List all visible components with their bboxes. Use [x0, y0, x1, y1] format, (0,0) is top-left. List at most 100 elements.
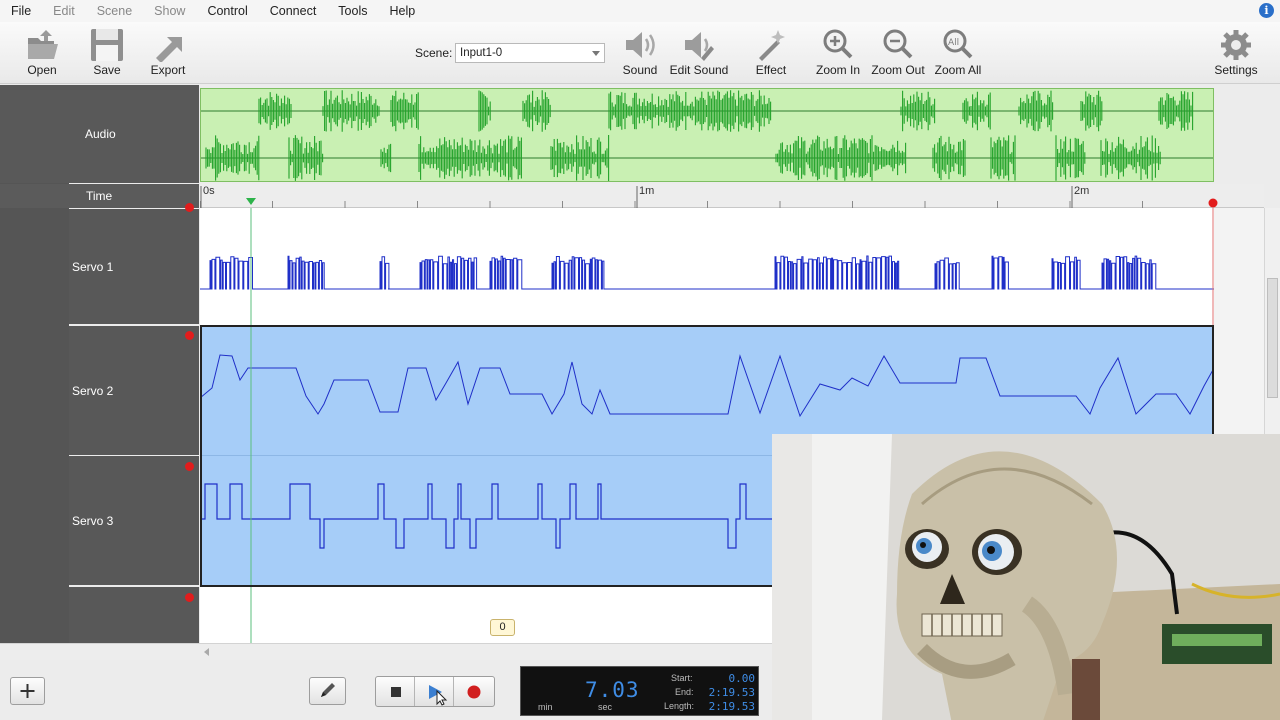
folder-open-icon: [28, 30, 58, 59]
time-header: Time: [0, 184, 199, 208]
menu-control[interactable]: Control: [196, 0, 258, 22]
ruler-label-0s: 0s: [203, 185, 215, 197]
record-arm-indicator[interactable]: [185, 331, 194, 340]
sec-label: sec: [598, 702, 613, 712]
servo-1-track-header[interactable]: Servo 1: [69, 209, 199, 324]
skull-video-frame: [772, 434, 1280, 720]
servo-1-label: Servo 1: [72, 259, 114, 274]
zoom-out-icon: [883, 29, 913, 59]
audio-track-header[interactable]: Audio: [0, 85, 199, 183]
servo-3-track-header[interactable]: Servo 3: [69, 456, 199, 585]
time-ruler[interactable]: 0s 1m 2m: [200, 184, 1264, 208]
scroll-left-icon[interactable]: [204, 648, 209, 656]
zoom-in-icon: [823, 29, 853, 59]
gear-icon: [1221, 30, 1251, 60]
menu-file[interactable]: File: [0, 0, 42, 22]
app-window: File Edit Scene Show Control Connect Too…: [0, 0, 1280, 720]
zoom-all-icon: All: [943, 29, 973, 59]
menu-edit[interactable]: Edit: [42, 0, 86, 22]
time-label: Time: [86, 189, 113, 203]
sound-label: Sound: [622, 63, 658, 77]
open-label: Open: [27, 63, 57, 77]
transport-controls: [375, 676, 495, 707]
stop-icon: [391, 687, 401, 697]
svg-text:All: All: [948, 38, 959, 48]
servo-2-label: Servo 2: [72, 383, 114, 398]
length-label: Length:: [664, 701, 695, 711]
scene-dropdown-value: Input1-0: [460, 47, 503, 59]
start-label: Start:: [671, 673, 693, 683]
servo-3-curve: [200, 483, 772, 549]
audio-left-channel: [258, 90, 1194, 132]
zoom-in-button[interactable]: Zoom In: [806, 26, 870, 82]
floppy-disk-icon: [91, 29, 123, 61]
zoom-out-button[interactable]: Zoom Out: [866, 26, 930, 82]
pencil-icon: [321, 683, 335, 697]
record-arm-indicator[interactable]: [185, 203, 194, 212]
record-button[interactable]: [454, 677, 493, 706]
toolbar: Open Save Export Scene: Input1-0 Sound E…: [0, 22, 1280, 84]
record-arm-indicator[interactable]: [185, 593, 194, 602]
play-icon: [429, 685, 448, 706]
zoom-out-label: Zoom Out: [871, 63, 925, 77]
save-button[interactable]: Save: [75, 26, 139, 82]
menu-bar: File Edit Scene Show Control Connect Too…: [0, 0, 1280, 22]
ruler-minor-ticks: [200, 201, 1143, 208]
sound-button[interactable]: Sound: [608, 26, 672, 82]
track-end-area: [1214, 208, 1264, 434]
play-button[interactable]: [415, 677, 454, 706]
menu-scene[interactable]: Scene: [86, 0, 143, 22]
record-arm-indicator[interactable]: [185, 462, 194, 471]
ruler-label-2m: 2m: [1074, 185, 1090, 197]
min-label: min: [538, 702, 553, 712]
export-arrow-icon: [156, 37, 182, 62]
start-value: 0.00: [728, 672, 756, 685]
scene-label: Scene:: [415, 46, 453, 60]
zoom-in-label: Zoom In: [815, 63, 860, 77]
export-button[interactable]: Export: [136, 26, 200, 82]
scene-dropdown[interactable]: Input1-0: [455, 43, 605, 63]
audio-track-label: Audio: [85, 127, 116, 141]
plus-icon: [20, 684, 35, 698]
ruler-label-1m: 1m: [639, 185, 655, 197]
servo-2-track-header[interactable]: Servo 2: [69, 326, 199, 455]
ruler-major-ticks: [200, 186, 1073, 208]
magic-wand-icon: [759, 30, 785, 61]
save-label: Save: [93, 63, 121, 77]
settings-button[interactable]: Settings: [1204, 26, 1268, 82]
zoom-all-button[interactable]: All Zoom All: [926, 26, 990, 82]
pencil-tool-button[interactable]: [309, 677, 346, 705]
scrollbar-thumb[interactable]: [1267, 278, 1278, 398]
servo-3-label: Servo 3: [72, 513, 114, 528]
end-value: 2:19.53: [708, 686, 755, 699]
effect-label: Effect: [755, 63, 787, 77]
end-marker: [1208, 198, 1218, 208]
open-button[interactable]: Open: [10, 26, 74, 82]
marker-count-badge: 0: [490, 619, 515, 636]
playhead-marker: [246, 198, 256, 205]
menu-connect[interactable]: Connect: [259, 0, 328, 22]
stop-button[interactable]: [376, 677, 415, 706]
end-label: End:: [675, 687, 694, 697]
export-label: Export: [150, 63, 186, 77]
effect-button[interactable]: Effect: [739, 26, 803, 82]
current-time-value: 7.03: [585, 678, 640, 702]
audio-waveform: [201, 90, 1213, 181]
servo-2-curve: [200, 354, 1214, 418]
empty-track-header[interactable]: [69, 587, 199, 643]
edit-sound-button[interactable]: Edit Sound: [667, 26, 731, 82]
menu-tools[interactable]: Tools: [327, 0, 378, 22]
menu-help[interactable]: Help: [378, 0, 426, 22]
audio-waveform-lane[interactable]: [200, 88, 1214, 182]
speaker-icon: [626, 32, 655, 58]
settings-label: Settings: [1214, 63, 1258, 77]
zoom-all-label: Zoom All: [934, 63, 982, 77]
servo-1-curve: [200, 255, 1214, 290]
info-icon[interactable]: i: [1259, 3, 1274, 18]
menu-show[interactable]: Show: [143, 0, 196, 22]
edit-sound-label: Edit Sound: [669, 63, 729, 77]
add-track-button[interactable]: [10, 677, 45, 705]
edit-sound-icon: [685, 32, 714, 61]
chevron-down-icon: [592, 51, 600, 56]
length-value: 2:19.53: [708, 700, 755, 713]
